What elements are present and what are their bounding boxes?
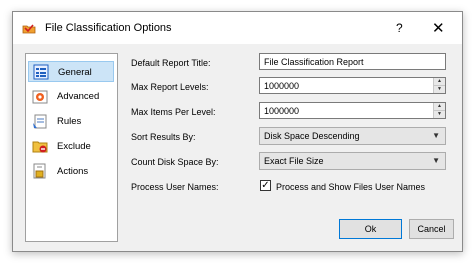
category-list: General Advanced Rules Exclude Actions [25, 53, 118, 242]
general-icon [33, 64, 49, 80]
sidebar-item-general[interactable]: General [28, 61, 114, 82]
sort-results-by-label: Sort Results By: [131, 132, 196, 142]
process-user-names-checkbox-label[interactable]: Process and Show Files User Names [276, 182, 425, 192]
sidebar-item-label: General [58, 67, 92, 78]
max-items-per-level-input[interactable]: 1000000 ▲ ▼ [259, 102, 446, 119]
max-items-per-level-label: Max Items Per Level: [131, 107, 216, 117]
spin-down-icon[interactable]: ▼ [434, 111, 445, 118]
spin-down-icon[interactable]: ▼ [434, 86, 445, 93]
sort-results-by-select[interactable]: Disk Space Descending ▼ [259, 127, 446, 145]
actions-icon [33, 163, 46, 179]
count-disk-space-by-value: Exact File Size [264, 156, 324, 166]
default-report-title-input[interactable]: File Classification Report [259, 53, 446, 70]
sort-results-by-value: Disk Space Descending [264, 131, 360, 141]
advanced-icon [32, 90, 48, 104]
max-report-levels-spinner[interactable]: ▲ ▼ [433, 78, 445, 93]
options-dialog: File Classification Options ? ✕ General … [12, 11, 463, 252]
chevron-down-icon: ▼ [432, 156, 440, 165]
title-bar: File Classification Options ? ✕ [13, 12, 462, 44]
cancel-button[interactable]: Cancel [409, 219, 454, 239]
max-report-levels-value: 1000000 [264, 81, 300, 91]
max-items-per-level-spinner[interactable]: ▲ ▼ [433, 103, 445, 118]
close-button[interactable]: ✕ [432, 19, 445, 37]
ok-button[interactable]: Ok [339, 219, 402, 239]
sidebar-item-exclude[interactable]: Exclude [28, 136, 114, 157]
default-report-title-value: File Classification Report [264, 57, 364, 67]
spin-up-icon[interactable]: ▲ [434, 103, 445, 111]
sidebar-item-advanced[interactable]: Advanced [28, 86, 114, 107]
sidebar-item-label: Exclude [57, 141, 91, 152]
sidebar-item-label: Actions [57, 166, 89, 177]
help-button[interactable]: ? [396, 21, 403, 35]
default-report-title-label: Default Report Title: [131, 58, 211, 68]
rules-icon [33, 114, 47, 129]
chevron-down-icon: ▼ [432, 131, 440, 140]
app-icon [22, 24, 36, 34]
max-report-levels-label: Max Report Levels: [131, 82, 209, 92]
sidebar-item-actions[interactable]: Actions [28, 161, 114, 182]
spin-up-icon[interactable]: ▲ [434, 78, 445, 86]
process-user-names-label: Process User Names: [131, 182, 219, 192]
max-report-levels-input[interactable]: 1000000 ▲ ▼ [259, 77, 446, 94]
count-disk-space-by-label: Count Disk Space By: [131, 157, 219, 167]
max-items-per-level-value: 1000000 [264, 106, 300, 116]
dialog-title: File Classification Options [45, 22, 172, 34]
process-user-names-checkbox[interactable]: ✓ [260, 180, 271, 191]
sidebar-item-label: Rules [57, 116, 82, 127]
sidebar-item-rules[interactable]: Rules [28, 111, 114, 132]
exclude-icon [32, 141, 48, 153]
sidebar-item-label: Advanced [57, 91, 100, 102]
count-disk-space-by-select[interactable]: Exact File Size ▼ [259, 152, 446, 170]
